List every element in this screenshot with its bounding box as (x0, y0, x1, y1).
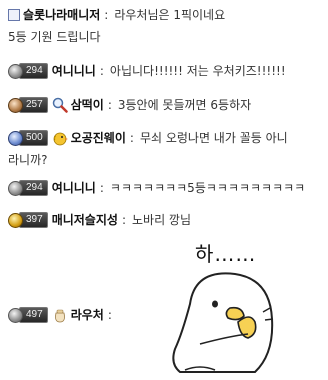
level-number: 294 (19, 63, 48, 79)
rank-emblem-icon (8, 180, 23, 196)
level-number: 294 (19, 180, 48, 196)
chat-message: 500 오공진웨이 : 무쇠 오렁나면 내가 꼴등 아니 라니까? (8, 127, 324, 171)
bird-icon (53, 132, 68, 146)
username[interactable]: 여니니니 (52, 177, 96, 199)
separator: : (121, 213, 126, 227)
duck-sticker: 하…… (160, 238, 320, 376)
username[interactable]: 삼떡이 (71, 94, 104, 116)
level-number: 397 (19, 212, 48, 228)
message-text: 무쇠 오렁나면 내가 꼴등 아니 (139, 131, 288, 145)
rank-emblem-icon (8, 130, 23, 146)
admin-icon (8, 9, 20, 21)
chat-log: 슬롯나라매니저 : 라우처님은 1픽이네요 5등 기원 드립니다 294 여니니… (0, 0, 328, 380)
sticker-caption: 하…… (195, 242, 257, 266)
chat-message: 294 여니니니 : 아닙니다!!!!!! 저는 우처키즈!!!!!! (8, 60, 324, 82)
level-badge: 397 (8, 212, 48, 229)
chat-message: 294 여니니니 : ㅋㅋㅋㅋㅋㅋㅋ5등ㅋㅋㅋㅋㅋㅋㅋㅋㅋ (8, 177, 324, 199)
level-badge: 294 (8, 63, 48, 80)
magnifier-icon (52, 97, 68, 113)
message-continuation: 라니까? (8, 153, 48, 167)
username[interactable]: 라우처 (71, 304, 104, 326)
chat-message: 397 매니저슬지성 : 노바리 깡님 (8, 209, 324, 231)
message-text: 라우처님은 1픽이네요 (114, 8, 226, 22)
rank-emblem-icon (8, 97, 23, 113)
level-number: 497 (19, 307, 48, 323)
message-continuation: 5등 기원 드립니다 (8, 30, 101, 44)
level-badge: 497 (8, 307, 48, 324)
username[interactable]: 여니니니 (52, 60, 96, 82)
username[interactable]: 매니저슬지성 (52, 209, 118, 231)
rank-emblem-icon (8, 307, 23, 323)
separator: : (99, 181, 104, 195)
level-badge: 500 (8, 130, 48, 147)
level-number: 257 (19, 97, 48, 113)
separator: : (107, 98, 112, 112)
separator: : (99, 64, 104, 78)
rank-emblem-icon (8, 212, 23, 228)
username[interactable]: 슬롯나라매니저 (23, 4, 100, 26)
chat-message: 257 삼떡이 : 3등안에 못들꺼면 6등하자 (8, 94, 324, 116)
separator: : (129, 131, 134, 145)
duck-sticker-icon (172, 272, 274, 373)
separator: : (107, 308, 112, 322)
pouch-icon (54, 309, 65, 323)
separator: : (104, 8, 109, 22)
message-text: 노바리 깡님 (131, 213, 191, 227)
username[interactable]: 오공진웨이 (71, 127, 126, 149)
chat-message: 슬롯나라매니저 : 라우처님은 1픽이네요 5등 기원 드립니다 (8, 4, 324, 48)
message-text: ㅋㅋㅋㅋㅋㅋㅋ5등ㅋㅋㅋㅋㅋㅋㅋㅋㅋ (109, 181, 306, 195)
message-text: 3등안에 못들꺼면 6등하자 (117, 98, 252, 112)
message-text: 아닙니다!!!!!! 저는 우처키즈!!!!!! (109, 64, 286, 78)
level-badge: 257 (8, 97, 48, 114)
rank-emblem-icon (8, 63, 23, 79)
level-badge: 294 (8, 180, 48, 197)
level-number: 500 (19, 130, 48, 146)
